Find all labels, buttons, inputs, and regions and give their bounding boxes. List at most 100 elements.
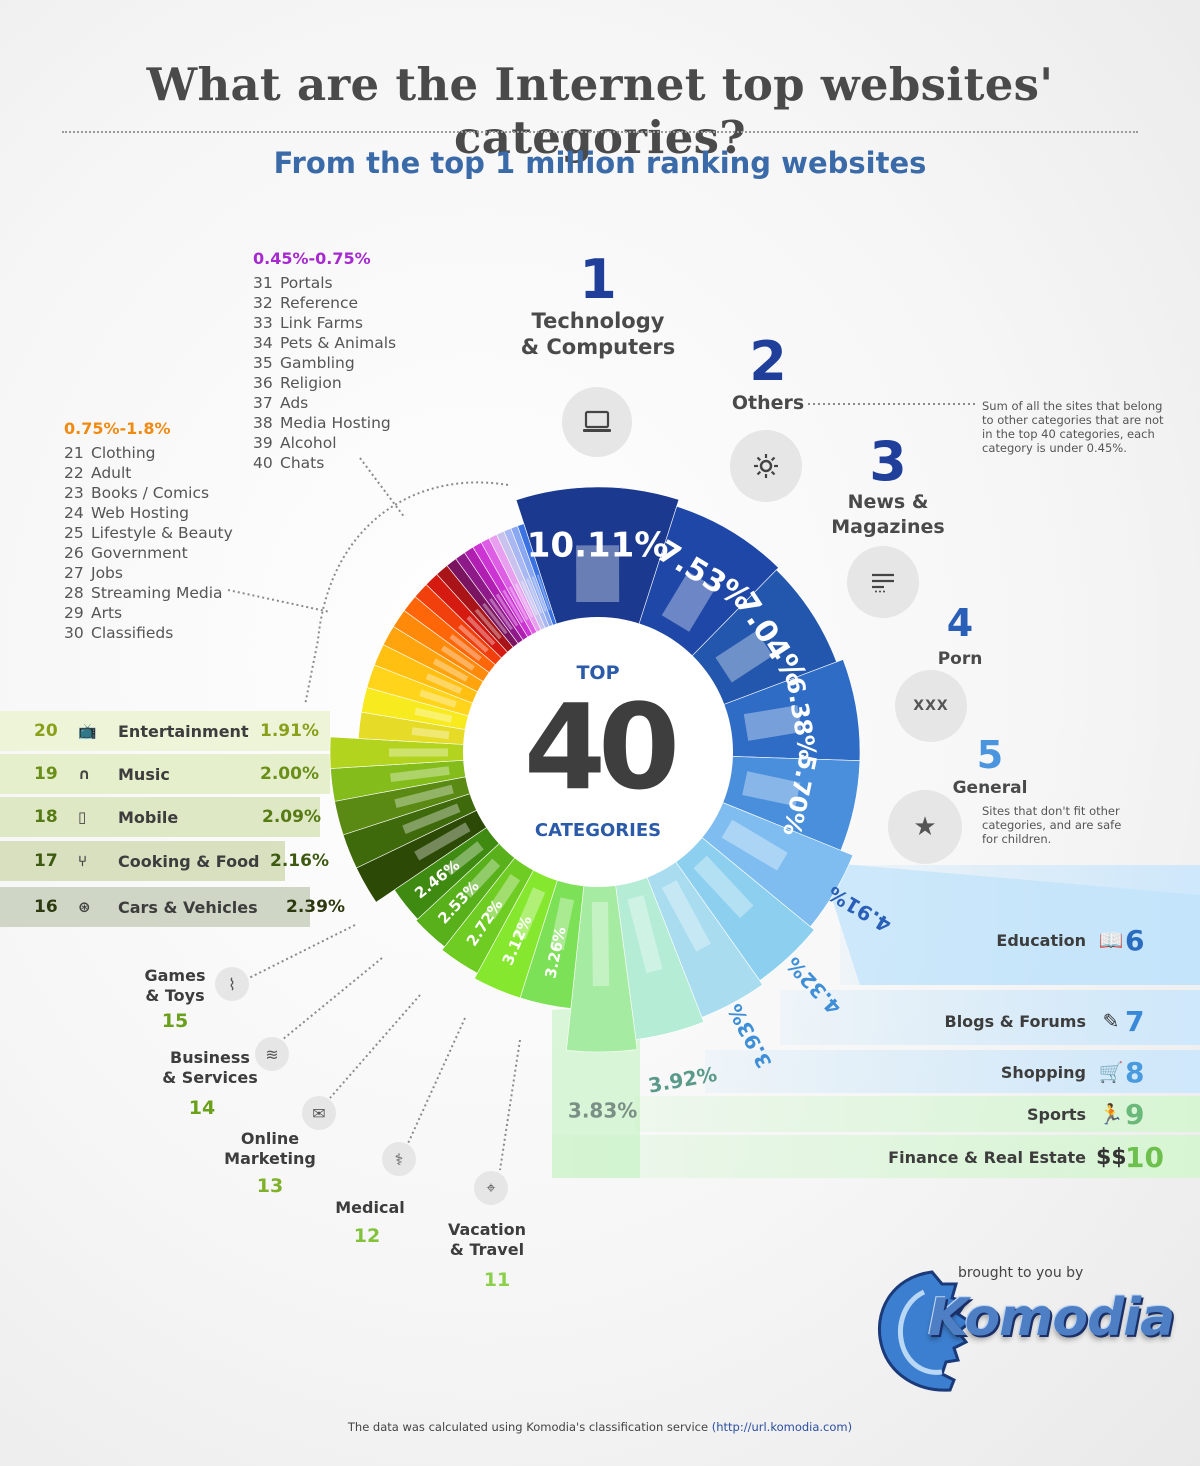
band-rank: 6 [1125,923,1145,957]
category-name: Gambling [280,354,355,372]
category-list-31-40: 31 Portals 32 Reference 33 Link Farms 34 Pets &… [253,273,396,473]
category-rank: 40 [253,454,273,472]
right-band-6: Education 📖 6 [0,905,1200,975]
rank-label: News & [847,491,929,513]
center-bottom-label: CATEGORIES [534,820,662,841]
range-title-mid: 0.75%-1.8% [64,419,171,438]
category-rank: 24 [64,504,84,522]
category-list-item: 40 Chats [253,453,396,473]
rank-3-heading: 3 News & Magazines [828,434,948,540]
dollar-icon: $$ [1096,1144,1127,1170]
category-rank: 21 [64,444,84,462]
category-rank: 30 [64,624,84,642]
cart-icon: 🛒 [1098,1060,1124,1084]
band-rank: 18 [34,807,58,827]
right-band-10: Finance & Real Estate $$ 10 [0,1136,1200,1178]
komodia-logo-text: Komodia [928,1288,1175,1348]
band-rank: 8 [1125,1055,1145,1089]
category-rank: 38 [253,414,273,432]
star-icon: ★ [888,790,962,864]
band-label: Entertainment [118,721,249,741]
label-line: & Travel [449,1240,525,1259]
leader-line [227,589,331,613]
tv-icon: 📺 [78,722,97,740]
category-rank: 33 [253,314,273,332]
category-rank: 31 [253,274,273,292]
pen-icon: ✎ [1102,1009,1120,1033]
category-list-item: 21 Clothing [64,443,233,463]
label-line: Vacation [447,1220,527,1239]
category-rank: 35 [253,354,273,372]
category-list-item: 34 Pets & Animals [253,333,396,353]
category-rank: 29 [64,604,84,622]
category-list-item: 24 Web Hosting [64,503,233,523]
category-name: Adult [91,464,132,482]
category-rank: 25 [64,524,84,542]
coins-icon: ≋ [255,1037,289,1071]
rank-5-heading: 5 General [940,735,1040,801]
label-line: & Services [162,1068,258,1087]
slice-ray [411,727,450,740]
rank-label: Technology [531,309,665,333]
small-category-label: Business & Services [155,1048,265,1088]
category-name: Religion [280,374,342,392]
headphones-icon: ∩ [78,765,91,783]
category-rank: 23 [64,484,84,502]
gear-icon [730,430,802,502]
category-name: Jobs [91,564,123,582]
band-value: 2.09% [262,807,321,827]
category-rank: 22 [64,464,84,482]
rank-number: 5 [976,733,1004,777]
small-category-rank: 13 [256,1175,284,1197]
category-name: Web Hosting [91,504,189,522]
band-label: Education [996,930,1086,950]
range-title-low: 0.45%-0.75% [253,249,371,268]
category-name: Classifieds [91,624,174,642]
komodia-link[interactable]: (http://url.komodia.com) [712,1420,852,1434]
small-category-label: Medical [315,1198,425,1218]
category-list-item: 27 Jobs [64,563,233,583]
band-rank: 10 [1125,1140,1164,1174]
category-list-item: 36 Religion [253,373,396,393]
band-label: Music [118,764,170,784]
controller-icon: ⌇ [215,967,249,1001]
band-label: Sports [1026,1104,1086,1124]
category-list-item: 35 Gambling [253,353,396,373]
category-list-item: 28 Streaming Media [64,583,233,603]
band-value: 1.91% [260,721,319,741]
others-note: Sum of all the sites that belong to other… [982,399,1164,455]
mail-icon: ✉ [302,1096,336,1130]
rank-label: General [952,778,1028,798]
category-list-item: 32 Reference [253,293,396,313]
category-rank: 39 [253,434,273,452]
rank-label: Porn [937,649,983,669]
category-name: Books / Comics [91,484,210,502]
category-name: Link Farms [280,314,363,332]
category-list-item: 39 Alcohol [253,433,396,453]
rank-label: & Computers [520,335,676,359]
rank-number: 4 [946,601,974,645]
category-name: Streaming Media [91,584,223,602]
small-category-label: Games & Toys [120,966,230,1006]
small-category-rank: 15 [161,1010,189,1032]
category-rank: 28 [64,584,84,602]
category-list-item: 25 Lifestyle & Beauty [64,523,233,543]
category-list-item: 30 Classifieds [64,623,233,643]
category-rank: 34 [253,334,273,352]
rank-1-heading: 1 Technology & Computers [508,252,688,360]
rank-number: 1 [579,248,617,311]
rank-label: Magazines [831,516,945,538]
slice-value-label: 10.11% [527,525,669,565]
category-name: Ads [280,394,309,412]
general-note: Sites that don't fit other categories, an… [982,804,1122,846]
laptop-icon [562,387,632,457]
band-label: Mobile [118,807,179,827]
category-list-item: 33 Link Farms [253,313,396,333]
category-rank: 27 [64,564,84,582]
category-name: Portals [280,274,333,292]
left-band-20: 20 📺 Entertainment 1.91% [0,711,340,751]
category-list-item: 38 Media Hosting [253,413,396,433]
pin-icon: ⌖ [474,1171,508,1205]
label-line: Online [240,1129,300,1148]
label-line: Medical [335,1198,405,1217]
